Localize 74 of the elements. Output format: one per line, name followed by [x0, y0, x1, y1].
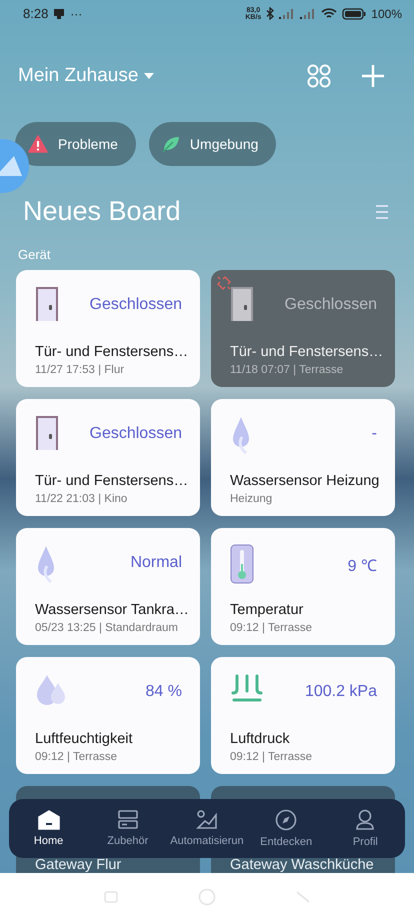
device-card[interactable]: Geschlossen Tür- und Fenstersens… 11/18 07:07 | Terrasse [211, 270, 395, 387]
device-meta: Heizung [230, 493, 274, 505]
water-drop-icon [230, 415, 252, 455]
filter-chip[interactable]: Umgebung [148, 122, 276, 166]
status-time: 8:28 [23, 6, 48, 21]
bluetooth-icon [266, 7, 274, 20]
device-value: Geschlossen [284, 296, 377, 314]
device-name: Temperatur [230, 602, 304, 618]
device-value: - [372, 425, 377, 443]
nav-tab[interactable]: Zubehör [88, 810, 167, 847]
wifi-icon [321, 8, 338, 20]
board-title: Neues Board [23, 196, 181, 227]
add-icon[interactable] [361, 64, 385, 88]
door-icon [35, 415, 59, 451]
pressure-icon [230, 673, 264, 703]
menu-icon[interactable] [376, 204, 388, 218]
accessory-icon [116, 810, 139, 830]
compass-icon [275, 809, 298, 831]
device-meta: 11/22 21:03 | Kino [35, 493, 128, 505]
device-meta: 11/27 17:53 | Flur [35, 364, 126, 376]
water-drop-icon [35, 544, 57, 584]
filter-chip[interactable]: Probleme [15, 122, 136, 166]
nav-tab[interactable]: Automatisierun [168, 810, 246, 847]
device-value: 9 ℃ [348, 557, 377, 576]
signal-icon [300, 8, 316, 19]
device-name: Luftfeuchtigkeit [35, 731, 134, 747]
device-meta: 11/18 07:07 | Terrasse [230, 364, 344, 376]
warning-icon [28, 135, 48, 153]
device-name: Gateway Waschküche [230, 858, 375, 873]
device-card[interactable]: 84 % Luftfeuchtigkeit 09:12 | Terrasse [16, 657, 200, 774]
signal-icon [279, 8, 296, 19]
nav-tab[interactable]: Profil [326, 809, 404, 848]
device-name: Luftdruck [230, 731, 291, 747]
device-name: Wassersensor Tankra… [35, 602, 190, 618]
device-value: Normal [130, 554, 182, 572]
battery-level: 100% [371, 6, 402, 20]
door-icon [230, 286, 254, 322]
device-meta: 05/23 13:25 | Standardraum [35, 622, 180, 634]
automation-icon [196, 810, 218, 830]
device-meta: 09:12 | Terrasse [35, 751, 118, 763]
recent-apps-icon[interactable] [104, 890, 118, 902]
nav-tab[interactable]: Home [10, 810, 88, 847]
water-drops-icon [35, 673, 67, 707]
device-name: Wassersensor Heizung [230, 473, 380, 489]
back-icon[interactable] [296, 890, 310, 902]
section-label: Gerät [17, 246, 52, 262]
caret-icon [144, 73, 154, 79]
nav-tab[interactable]: Entdecken [247, 809, 326, 848]
device-name: Tür- und Fenstersens… [35, 473, 190, 489]
device-card[interactable]: Geschlossen Tür- und Fenstersens… 11/22 21:03 | Kino [16, 399, 200, 516]
device-card[interactable]: Normal Wassersensor Tankra… 05/23 13:25 | Standardraum [16, 528, 200, 645]
device-value: Geschlossen [90, 296, 182, 314]
device-card[interactable]: Geschlossen Tür- und Fenstersens… 11/27 17:53 | Flur [16, 270, 200, 387]
leaf-icon [162, 135, 180, 153]
device-card[interactable]: 100.2 kPa Luftdruck 09:12 | Terrasse [211, 657, 395, 774]
home-icon [38, 810, 60, 830]
profile-icon [355, 809, 376, 831]
device-value: Geschlossen [90, 425, 182, 443]
status-more: ··· [70, 6, 82, 20]
device-name: Tür- und Fenstersens… [230, 344, 384, 360]
door-icon [35, 286, 59, 322]
device-card[interactable]: - Wassersensor Heizung Heizung [211, 399, 395, 516]
device-meta: 09:12 | Terrasse [230, 751, 314, 763]
thermometer-icon [230, 544, 254, 584]
home-button-icon[interactable] [198, 888, 216, 906]
device-value: 100.2 kPa [304, 683, 377, 701]
battery-icon [342, 8, 366, 20]
device-name: Gateway Flur [35, 858, 122, 873]
assistant-bubble-icon[interactable] [0, 138, 30, 194]
device-value: 84 % [146, 683, 182, 701]
grid-icon[interactable] [307, 64, 331, 88]
device-meta: 09:12 | Terrasse [230, 622, 314, 634]
device-name: Tür- und Fenstersens… [35, 344, 190, 360]
device-card[interactable]: 9 ℃ Temperatur 09:12 | Terrasse [211, 528, 395, 645]
